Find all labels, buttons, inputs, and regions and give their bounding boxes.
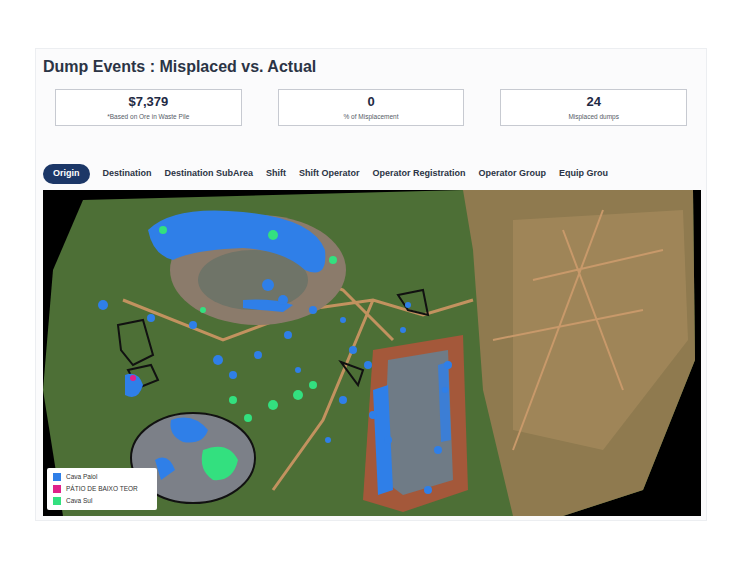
stat-label: % of Misplacement: [344, 113, 399, 121]
dashboard-card: Dump Events : Misplaced vs. Actual $7,379…: [35, 48, 707, 521]
tab[interactable]: Shift: [266, 164, 286, 184]
legend-label: Cava Paiol: [66, 473, 97, 481]
tab[interactable]: Origin: [43, 164, 90, 184]
legend-label: PÁTIO DE BAIXO TEOR: [66, 485, 138, 493]
legend-item: Cava Paiol: [53, 473, 151, 481]
tab-bar: Origin Destination Destination SubArea Shif…: [36, 164, 706, 184]
legend-label: Cava Sul: [66, 497, 92, 505]
tab[interactable]: Shift Operator: [299, 164, 360, 184]
stat-value: 0: [367, 94, 374, 110]
page: Dump Events : Misplaced vs. Actual $7,379…: [0, 0, 750, 562]
legend-item: Cava Sul: [53, 497, 151, 505]
map-legend: Cava Paiol PÁTIO DE BAIXO TEOR Cava Sul: [47, 468, 157, 510]
tab[interactable]: Destination: [103, 164, 152, 184]
tab[interactable]: Operator Group: [479, 164, 547, 184]
stat-card: 24 Misplaced dumps: [500, 89, 687, 126]
legend-item: PÁTIO DE BAIXO TEOR: [53, 485, 151, 493]
stat-label: *Based on Ore in Waste Pile: [107, 113, 189, 121]
stat-card: 0 % of Misplacement: [278, 89, 465, 126]
legend-swatch: [53, 497, 61, 505]
tab[interactable]: Operator Registration: [373, 164, 466, 184]
stat-card: $7,379 *Based on Ore in Waste Pile: [55, 89, 242, 126]
stat-label: Misplaced dumps: [568, 113, 619, 121]
aerial-map: [43, 190, 701, 516]
legend-swatch: [53, 473, 61, 481]
map[interactable]: Cava Paiol PÁTIO DE BAIXO TEOR Cava Sul: [43, 190, 701, 516]
stat-value: 24: [586, 94, 600, 110]
legend-swatch: [53, 485, 61, 493]
tab[interactable]: Destination SubArea: [165, 164, 254, 184]
stat-value: $7,379: [128, 94, 168, 110]
tab[interactable]: Equip Grou: [559, 164, 608, 184]
dashboard-title: Dump Events : Misplaced vs. Actual: [36, 49, 706, 77]
stats-row: $7,379 *Based on Ore in Waste Pile 0 % of M…: [36, 89, 706, 126]
